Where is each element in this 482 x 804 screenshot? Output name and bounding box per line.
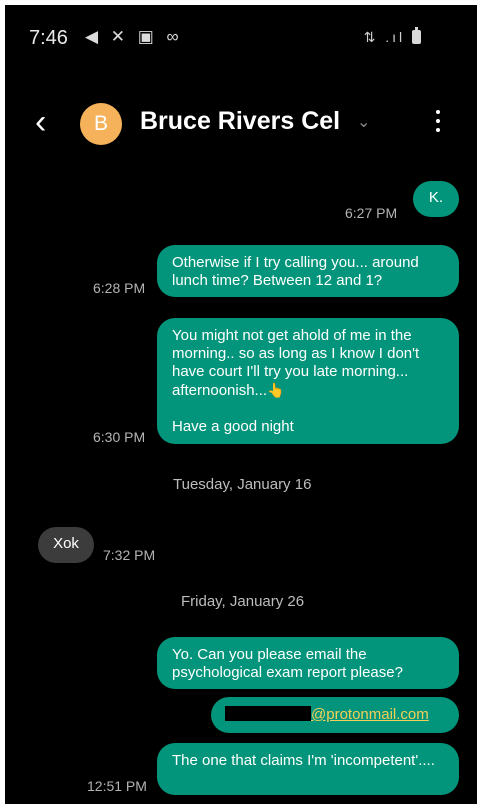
- message-time: 7:32 PM: [103, 547, 156, 563]
- message-text: Yo. Can you please email the psychologic…: [172, 646, 403, 681]
- back-arrow-icon[interactable]: ‹: [35, 105, 57, 139]
- status-bar: 7:46 ◀ ✕ ▣ ∞ ⇅ .ıl: [5, 5, 477, 71]
- outgoing-message[interactable]: K.: [413, 181, 459, 217]
- message-text: The one that claims I'm 'incompetent'...…: [172, 752, 435, 769]
- avatar[interactable]: B: [80, 103, 122, 145]
- message-text: Xok: [53, 535, 79, 552]
- date-separator: Friday, January 26: [181, 593, 305, 610]
- chevron-down-icon[interactable]: ⌄: [357, 113, 377, 133]
- contact-name[interactable]: Bruce Rivers Cel: [140, 107, 340, 136]
- incoming-message[interactable]: Xok: [38, 527, 94, 563]
- phone-screen: 7:46 ◀ ✕ ▣ ∞ ⇅ .ıl ‹ B Bruce Rivers Cel …: [5, 5, 477, 804]
- message-time: 12:51 PM: [87, 778, 147, 794]
- message-time: 6:30 PM: [93, 429, 146, 445]
- date-separator: Tuesday, January 16: [173, 476, 312, 493]
- more-options-icon[interactable]: [431, 105, 445, 139]
- signal-icon: ⇅ .ıl: [363, 29, 406, 45]
- message-text: Have a good night: [172, 418, 294, 435]
- message-time: 6:28 PM: [93, 280, 146, 296]
- pointing-hand-emoji: 👆: [267, 382, 285, 398]
- outgoing-message[interactable]: Otherwise if I try calling you... around…: [157, 245, 459, 297]
- outgoing-message[interactable]: The one that claims I'm 'incompetent'...…: [157, 743, 459, 795]
- outgoing-message[interactable]: You might not get ahold of me in the mor…: [157, 318, 459, 444]
- battery-icon: [412, 27, 421, 44]
- status-time: 7:46: [29, 27, 68, 49]
- outgoing-message[interactable]: Yo. Can you please email the psychologic…: [157, 637, 459, 689]
- email-link[interactable]: @protonmail.com: [311, 706, 429, 723]
- outgoing-message[interactable]: @protonmail.com: [211, 697, 459, 733]
- signal-icons: ⇅ .ıl: [363, 27, 421, 46]
- conversation-header: ‹ B Bruce Rivers Cel ⌄: [5, 97, 477, 151]
- redacted-block: [225, 706, 311, 721]
- message-text: K.: [428, 189, 444, 206]
- notification-icons: ◀ ✕ ▣ ∞: [85, 27, 183, 46]
- message-text: Otherwise if I try calling you... around…: [172, 254, 419, 289]
- message-time: 6:27 PM: [345, 205, 398, 221]
- message-text: You might not get ahold of me in the mor…: [172, 327, 420, 399]
